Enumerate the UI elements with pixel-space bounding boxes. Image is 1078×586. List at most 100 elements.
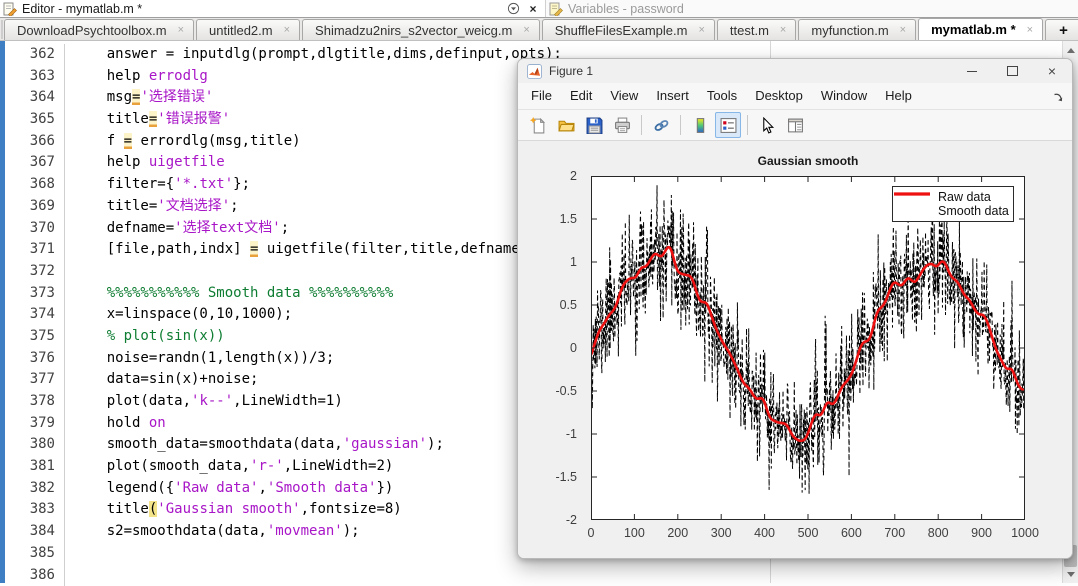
raw-data-series [591,185,1025,494]
x-tick-label: 1000 [1000,526,1050,540]
scroll-down-button[interactable] [1063,566,1078,582]
editor-panel-close-icon[interactable]: × [525,1,541,16]
code-token: uigetfile(filter,title,defname); [258,241,536,257]
line-number[interactable]: 362 [5,44,65,66]
tab-bar-grip[interactable] [1,20,3,39]
line-number[interactable]: 374 [5,304,65,326]
line-number[interactable]: 382 [5,478,65,500]
code-token: msg [73,89,132,105]
y-tick-label: 1 [518,255,577,269]
tab-close-icon[interactable]: × [523,24,529,36]
menu-item-tools[interactable]: Tools [698,84,746,108]
editor-tab-bar: DownloadPsychtoolbox.m×untitled2.m×Shima… [0,18,1078,41]
code-token: '文档选择' [157,198,230,214]
code-token: legend({ [73,480,174,496]
link-plots-icon [653,117,670,134]
menu-item-file[interactable]: File [522,84,561,108]
code-token: help [73,68,149,84]
tab-mymatlab-m[interactable]: mymatlab.m *× [918,18,1043,40]
tab-close-icon[interactable]: × [1027,24,1033,36]
line-number[interactable]: 363 [5,66,65,88]
new-document-button[interactable] [525,112,551,138]
line-number[interactable]: 383 [5,499,65,521]
insert-colorbar-button[interactable] [687,112,713,138]
line-number[interactable]: 373 [5,283,65,305]
menu-item-view[interactable]: View [601,84,647,108]
line-number[interactable]: 366 [5,131,65,153]
y-tick-label: 0 [518,341,577,355]
line-number[interactable]: 372 [5,261,65,283]
code-token: 'gaussian' [343,436,427,452]
axes-canvas[interactable] [591,176,1025,520]
line-number[interactable]: 377 [5,369,65,391]
figure-titlebar[interactable]: Figure 1 × [518,59,1072,83]
code-text: plot(smooth_data,'r-',LineWidth=2) [65,456,393,478]
tab-close-icon[interactable]: × [284,24,290,36]
line-number[interactable]: 367 [5,152,65,174]
tab-downloadpsychtoolbox-m[interactable]: DownloadPsychtoolbox.m× [4,19,194,40]
code-token: }; [233,176,250,192]
line-number[interactable]: 379 [5,413,65,435]
plot-area[interactable]: Gaussian smooth -2-1.5-1-0.500.511.52 01… [518,141,1072,559]
new-tab-button[interactable]: + [1045,19,1078,40]
menubar-overflow-icon[interactable] [1053,90,1065,102]
tab-close-icon[interactable]: × [780,24,786,36]
code-token: noise=randn(1,length(x))/3; [73,350,334,366]
tab-label: untitled2.m [209,23,273,38]
minimize-button[interactable] [952,59,992,83]
code-token: 'Raw data' [174,480,258,496]
variables-panel-titlebar[interactable]: Variables - password [546,0,1078,17]
line-number[interactable]: 385 [5,543,65,565]
line-number[interactable]: 380 [5,434,65,456]
line-number[interactable]: 384 [5,521,65,543]
tab-ttest-m[interactable]: ttest.m× [717,19,796,40]
tab-myfunction-m[interactable]: myfunction.m× [798,19,916,40]
tab-close-icon[interactable]: × [900,24,906,36]
line-number[interactable]: 371 [5,239,65,261]
code-token: x=linspace(0,10,1000); [73,306,292,322]
figure-window: Figure 1 × FileEditViewInsertToolsDeskto… [517,58,1073,559]
edit-plot-arrow-icon [759,117,776,134]
menu-item-window[interactable]: Window [812,84,876,108]
line-number[interactable]: 368 [5,174,65,196]
code-token: 'k--' [191,393,233,409]
tab-close-icon[interactable]: × [178,24,184,36]
tab-close-icon[interactable]: × [698,24,704,36]
save-button[interactable] [581,112,607,138]
code-token: 'Gaussian smooth' [157,501,300,517]
edit-plot-arrow-button[interactable] [754,112,780,138]
axes[interactable]: Raw dataSmooth data [591,176,1025,520]
property-inspector-button[interactable] [782,112,808,138]
maximize-button[interactable] [992,59,1032,83]
menu-item-desktop[interactable]: Desktop [746,84,812,108]
menu-item-edit[interactable]: Edit [561,84,601,108]
menu-item-insert[interactable]: Insert [647,84,698,108]
link-plots-button[interactable] [648,112,674,138]
print-button[interactable] [609,112,635,138]
tab-shimadzu2nirs-s2vector-weicg-m[interactable]: Shimadzu2nirs_s2vector_weicg.m× [302,19,540,40]
desktop: { "panel_titles": { "editor": "Editor - … [0,0,1078,583]
line-number[interactable]: 375 [5,326,65,348]
panel-title-strip: Editor - mymatlab.m * × Variables - pass… [0,0,1078,18]
plot-legend[interactable]: Raw dataSmooth data [892,186,1014,222]
menu-item-help[interactable]: Help [876,84,921,108]
legend-entry[interactable]: Smooth data [897,204,1009,218]
insert-colorbar-icon [692,117,709,134]
scroll-up-button[interactable] [1063,42,1078,58]
line-number[interactable]: 365 [5,109,65,131]
maximize-icon [1007,66,1018,76]
line-number[interactable]: 369 [5,196,65,218]
line-number[interactable]: 378 [5,391,65,413]
line-number[interactable]: 364 [5,87,65,109]
line-number[interactable]: 376 [5,348,65,370]
tab-shufflefilesexample-m[interactable]: ShuffleFilesExample.m× [542,19,715,40]
insert-legend-button[interactable] [715,112,741,138]
close-button[interactable]: × [1032,59,1072,83]
editor-document-icon [3,2,17,16]
open-folder-button[interactable] [553,112,579,138]
panel-menu-icon[interactable] [505,1,521,16]
line-number[interactable]: 381 [5,456,65,478]
tab-untitled2-m[interactable]: untitled2.m × [196,19,300,40]
code-token: plot(data, [73,393,191,409]
line-number[interactable]: 370 [5,218,65,240]
